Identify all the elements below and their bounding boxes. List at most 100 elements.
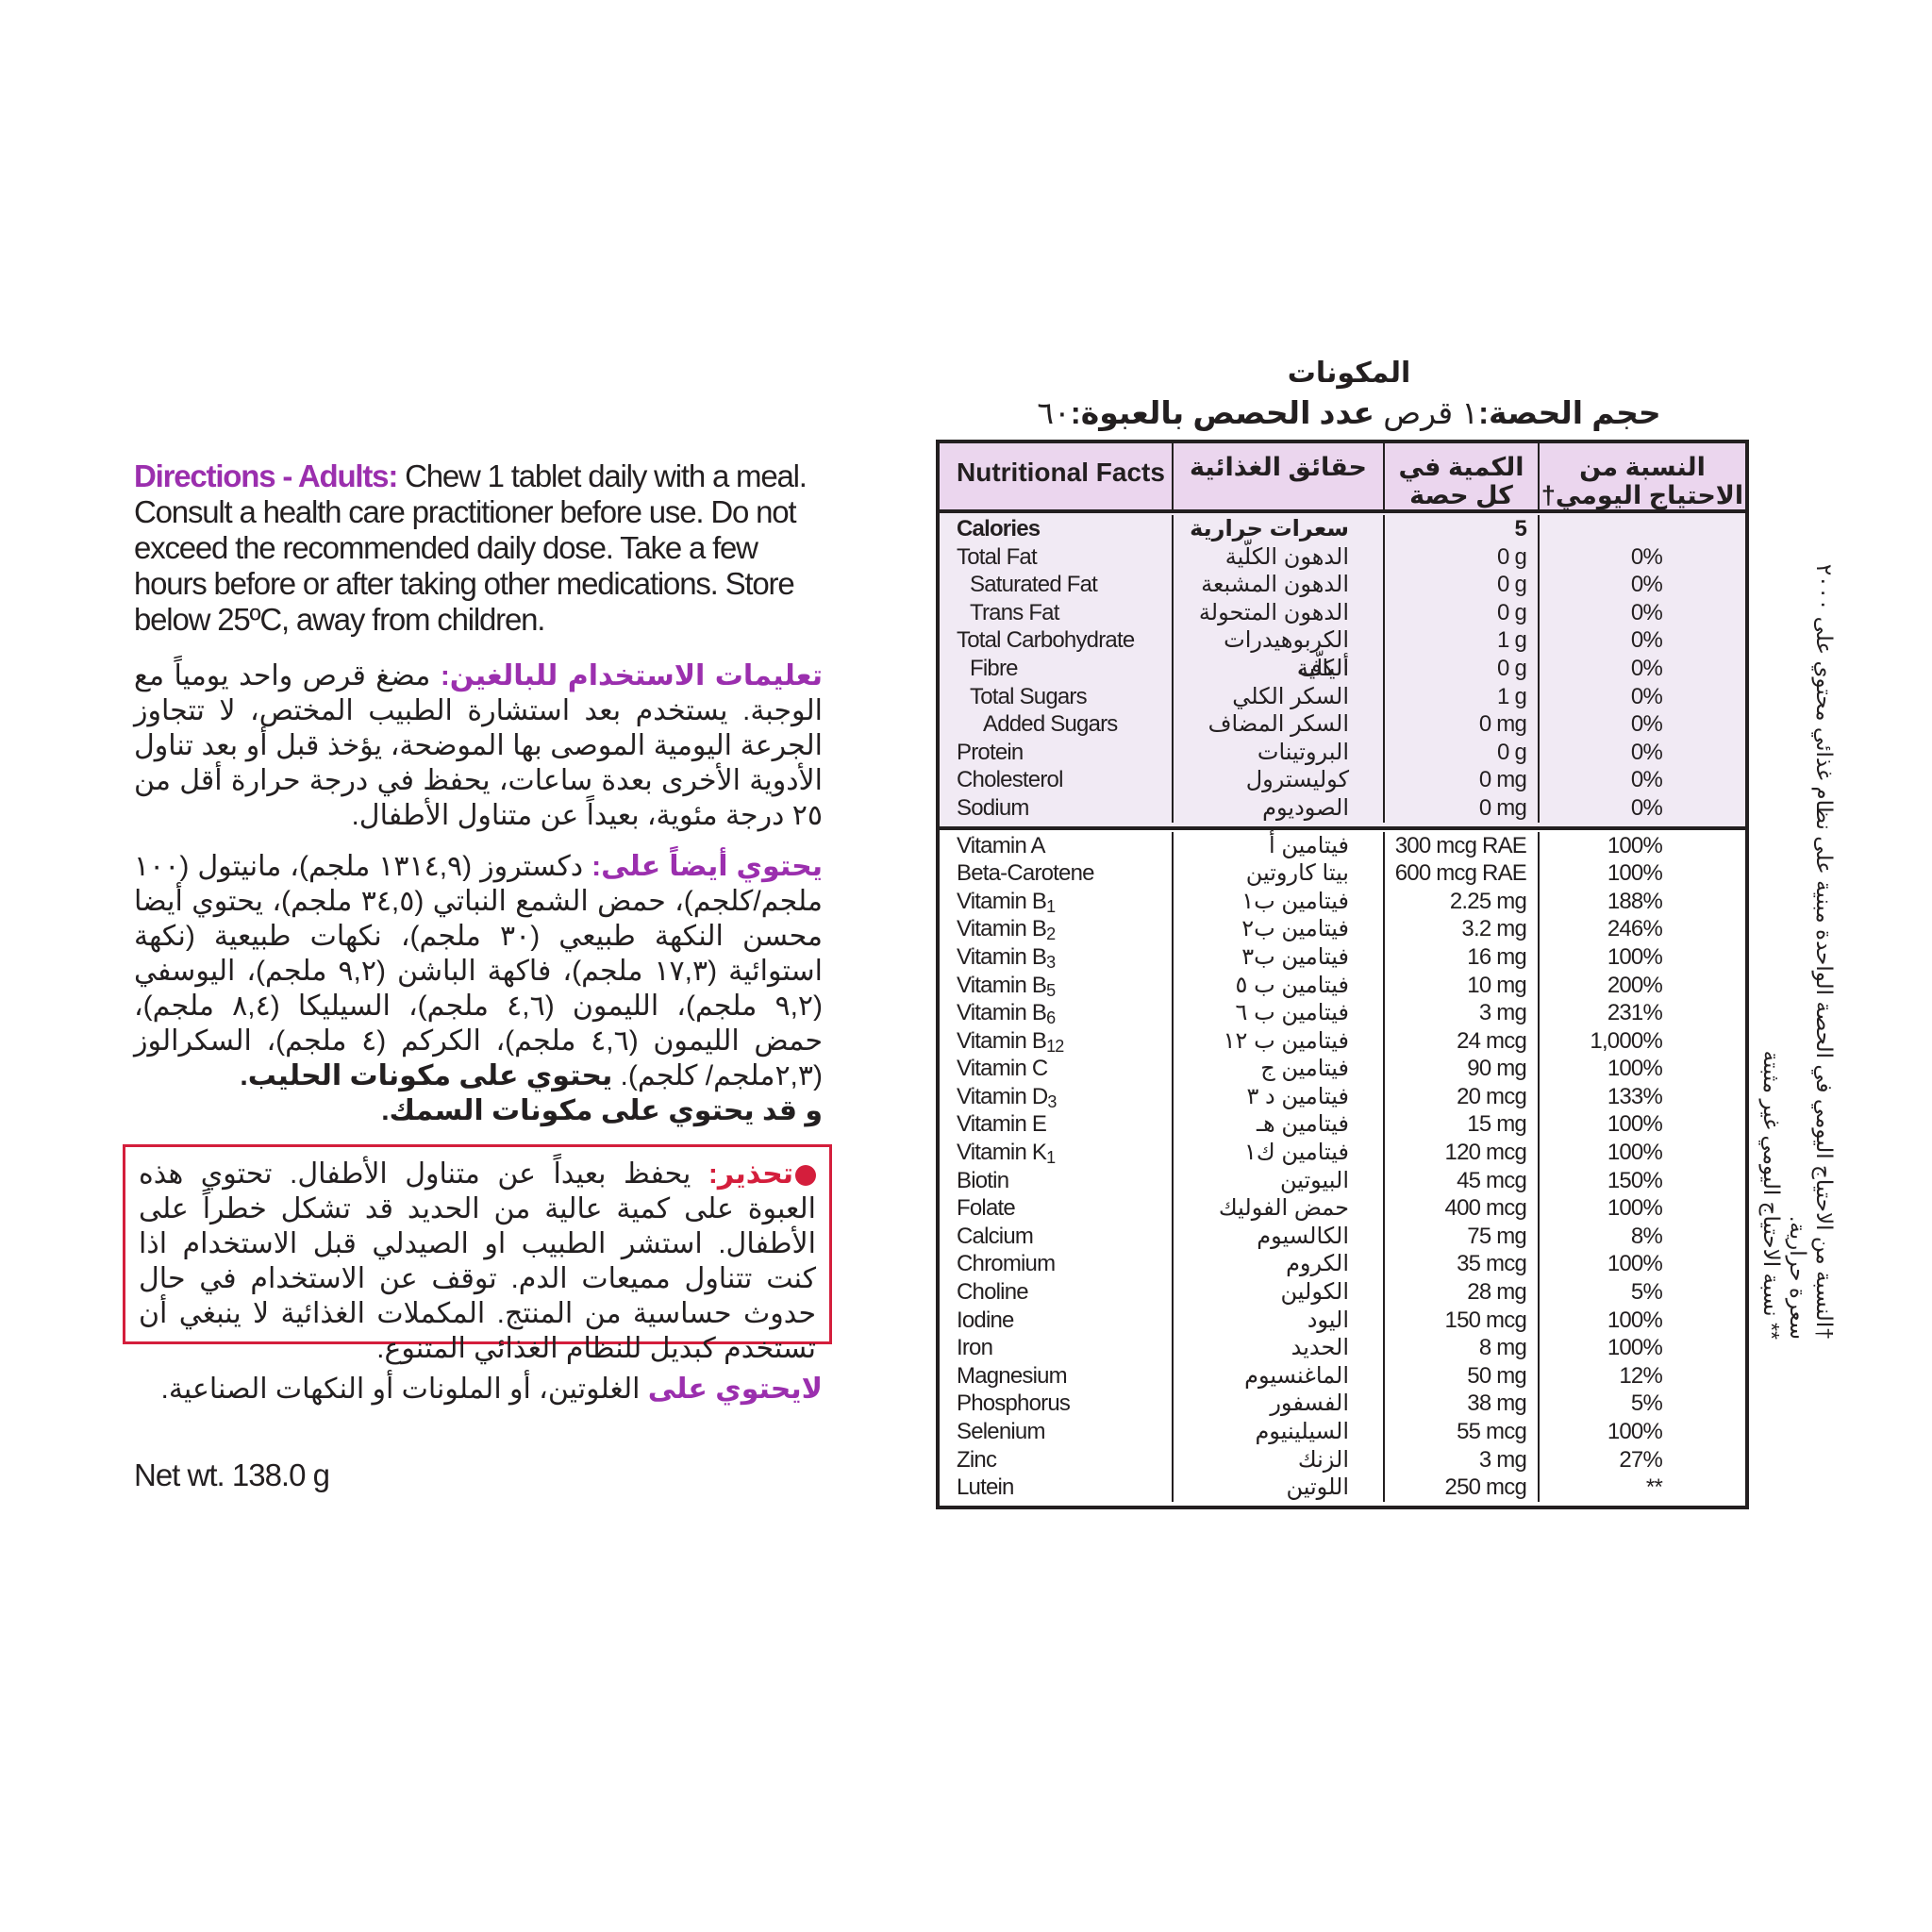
nutrient-label: Protein: [957, 739, 1024, 765]
nutrient-name-en: Saturated Fat: [940, 571, 1174, 599]
nutrient-label: Vitamin K: [957, 1140, 1047, 1166]
nutrient-name-en: Cholesterol: [940, 766, 1174, 794]
nutrient-label: Vitamin B: [957, 1027, 1047, 1054]
nutrient-name-ar: فيتامين هـ: [1174, 1110, 1385, 1140]
nutrient-amount: 0 g: [1385, 738, 1540, 767]
nutrient-daily-value: 188%: [1607, 888, 1663, 914]
nutrient-label: Total Carbohydrate: [957, 627, 1135, 654]
nutrient-name-en: Total Fat: [940, 542, 1174, 572]
also-contains-label: يحتوي أيضاً على:: [591, 851, 823, 882]
nutrient-amount: 150 mcg: [1385, 1306, 1540, 1335]
milk-allergen: يحتوي على مكونات الحليب.: [240, 1060, 613, 1091]
nutrient-amount: 90 mg: [1385, 1055, 1540, 1083]
nutrient-label: Vitamin B: [957, 916, 1047, 942]
nutrient-daily-value: 1,000%: [1590, 1027, 1662, 1054]
nutrient-name-ar: فيتامين ج: [1174, 1055, 1385, 1083]
nutrient-label: Vitamin B: [957, 972, 1047, 998]
nutrient-name-en: Folate: [940, 1194, 1174, 1223]
table-row: Calories سعرات حرارية 5: [940, 515, 1745, 543]
nutrient-amount: 0 mg: [1385, 793, 1540, 823]
nutrient-daily-value: 0%: [1630, 543, 1663, 570]
nutrient-name-en: Total Sugars: [940, 682, 1174, 711]
nutrient-name-ar: الدهون الكلّية: [1174, 542, 1385, 572]
table-row: Vitamin B3 فيتامين ب٣ 16 mg 100%: [940, 942, 1745, 972]
table-row: Total Sugars السكر الكلي 1 g 0%: [940, 682, 1745, 711]
serving-info: حجم الحصة:١ قرص عدد الحصص بالعبوة:٦٠: [953, 392, 1745, 434]
nutrient-name-en: Vitamin B6: [940, 999, 1174, 1027]
nutrient-daily-value: 0%: [1630, 794, 1663, 821]
nutrient-amount: 1 g: [1385, 682, 1540, 711]
also-contains-text: دكستروز (١٣١٤,٩ ملجم)، مانيتول (١٠٠ ملجم…: [134, 851, 824, 1091]
table-row: Chromium الكروم 35 mcg 100%: [940, 1250, 1745, 1279]
table-row: Phosphorus الفسفور 38 mg 5%: [940, 1390, 1745, 1418]
table-row: Folate حمض الفوليك 400 mcg 100%: [940, 1194, 1745, 1223]
nutrient-name-en: Sodium: [940, 793, 1174, 823]
nutrient-daily-value: 12%: [1619, 1362, 1662, 1389]
nutrient-label: Magnesium: [957, 1362, 1068, 1389]
nutrient-amount: 0 mg: [1385, 710, 1540, 739]
nutrient-label: Vitamin B: [957, 1000, 1047, 1026]
nutrient-amount: 5: [1385, 515, 1540, 543]
nutrient-label: Zinc: [957, 1446, 997, 1473]
nutrient-label: Vitamin B: [957, 943, 1047, 970]
nutrient-daily-value: 100%: [1607, 1140, 1663, 1166]
nutrient-daily-value: 0%: [1630, 627, 1663, 654]
nutrient-name-en: Added Sugars: [940, 710, 1174, 739]
nutrient-name-ar: الصوديوم: [1174, 793, 1385, 823]
nutrient-name-en: Protein: [940, 738, 1174, 767]
nutrient-name-en: Vitamin B3: [940, 942, 1174, 972]
nutrient-label: Added Sugars: [983, 711, 1118, 738]
nutrient-amount: 3.2 mg: [1385, 915, 1540, 943]
nutrient-amount: 1 g: [1385, 626, 1540, 655]
nutrient-daily-value: 0%: [1630, 767, 1663, 793]
nutrient-daily-value: 150%: [1607, 1167, 1663, 1193]
table-row: Vitamin C فيتامين ج 90 mg 100%: [940, 1055, 1745, 1083]
nutrient-amount: 0 g: [1385, 598, 1540, 627]
table-row: Magnesium الماغنسيوم 50 mg 12%: [940, 1361, 1745, 1391]
nutrient-name-en: Chromium: [940, 1250, 1174, 1279]
nutrient-daily-value: 5%: [1630, 1391, 1663, 1417]
macronutrients-section: Calories سعرات حرارية 5 Total Fat الدهون الك…: [940, 513, 1745, 830]
table-header-row: Nutritional Facts حقائق الغذائية الكمية …: [940, 443, 1745, 513]
table-row: Total Fat الدهون الكلّية 0 g 0%: [940, 542, 1745, 572]
net-weight: Net wt. 138.0 g: [134, 1457, 330, 1492]
table-row: Fibre ألياف 0 g 0%: [940, 654, 1745, 683]
nutrient-amount: 24 mcg: [1385, 1026, 1540, 1056]
nutrient-amount: 10 mg: [1385, 971, 1540, 1000]
nutrient-label: Trans Fat: [970, 599, 1059, 625]
nutrient-name-ar: سعرات حرارية: [1174, 515, 1385, 543]
nutrient-subscript: 5: [1046, 980, 1056, 1000]
nutrient-daily-value: 0%: [1630, 599, 1663, 625]
table-row: Beta-Carotene بيتا كاروتين 600 mcg RAE 100%: [940, 859, 1745, 888]
nutrient-subscript: 6: [1046, 1008, 1056, 1028]
nutrient-name-ar: الماغنسيوم: [1174, 1361, 1385, 1391]
nutrient-daily-value: 0%: [1630, 572, 1663, 598]
nutrient-amount: 400 mcg: [1385, 1194, 1540, 1223]
nutrition-facts-table: Nutritional Facts حقائق الغذائية الكمية …: [936, 440, 1749, 1509]
nutrient-daily-value: 100%: [1607, 832, 1663, 858]
ingredients-title: المكونات: [1287, 358, 1411, 389]
nutrient-amount: 20 mcg: [1385, 1082, 1540, 1111]
nutrient-label: Iodine: [957, 1307, 1014, 1333]
nutrient-name-en: Vitamin A: [940, 831, 1174, 860]
nutrient-label: Saturated Fat: [970, 572, 1098, 598]
table-row: Vitamin B12 فيتامين ب ١٢ 24 mcg 1,000%: [940, 1026, 1745, 1056]
nutrient-name-ar: فيتامين أ: [1174, 831, 1385, 860]
table-row: Added Sugars السكر المضاف 0 mg 0%: [940, 710, 1745, 739]
nutrient-name-en: Vitamin K1: [940, 1139, 1174, 1167]
nutrient-amount: 75 mg: [1385, 1222, 1540, 1251]
nutrient-label: Vitamin E: [957, 1111, 1047, 1138]
nutrient-label: Vitamin C: [957, 1056, 1048, 1082]
header-en: Nutritional Facts: [940, 443, 1174, 509]
nutrient-label: Calcium: [957, 1223, 1034, 1249]
servings-value: ٦٠: [1037, 395, 1071, 430]
servings-label: عدد الحصص بالعبوة:: [1070, 395, 1384, 430]
nutrient-name-ar: الفسفور: [1174, 1390, 1385, 1418]
nutrient-name-en: Biotin: [940, 1166, 1174, 1195]
nutrient-amount: 28 mg: [1385, 1278, 1540, 1307]
nutrient-name-ar: الدهون المشبعة: [1174, 571, 1385, 599]
nutrient-label: Iron: [957, 1335, 993, 1361]
nutrient-daily-value: 0%: [1630, 711, 1663, 738]
nutrient-name-en: Phosphorus: [940, 1390, 1174, 1418]
nutrient-name-en: Beta-Carotene: [940, 859, 1174, 888]
